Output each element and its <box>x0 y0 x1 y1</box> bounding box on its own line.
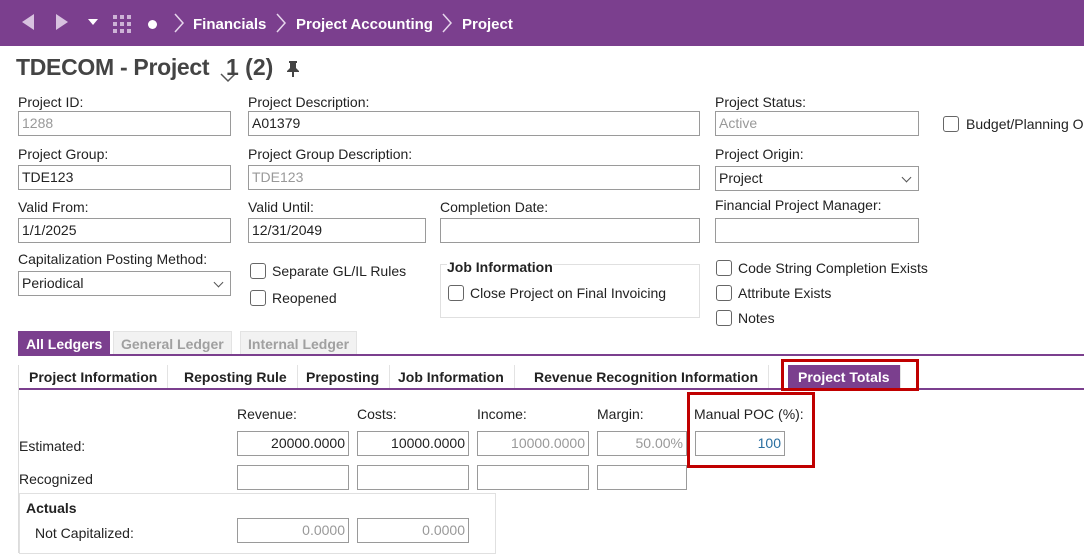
project-status-label: Project Status: <box>715 94 807 110</box>
top-nav-bar: Financials Project Accounting Project <box>0 0 1084 46</box>
notes-checkbox[interactable] <box>716 310 732 326</box>
valid-from-field[interactable]: 1/1/2025 <box>18 218 231 243</box>
apps-grid-icon[interactable] <box>113 15 131 33</box>
job-information-title: Job Information <box>447 259 553 275</box>
tab-internal-ledger[interactable]: Internal Ledger <box>240 331 358 355</box>
close-project-label: Close Project on Final Invoicing <box>470 285 667 301</box>
estimated-revenue-field[interactable]: 20000.0000 <box>237 431 349 456</box>
valid-from-label: Valid From: <box>18 199 89 215</box>
project-id-field[interactable]: 1288 <box>18 111 231 136</box>
back-arrow-icon[interactable] <box>20 13 36 33</box>
tab-job-information[interactable]: Job Information <box>388 365 515 389</box>
tab-reposting-rule[interactable]: Reposting Rule <box>174 365 298 389</box>
reopened-checkbox[interactable] <box>250 290 266 306</box>
completion-date-label: Completion Date: <box>440 199 549 215</box>
tab-general-ledger[interactable]: General Ledger <box>113 331 232 355</box>
actuals-title: Actuals <box>26 500 77 516</box>
project-id-label: Project ID: <box>18 94 84 110</box>
pin-icon[interactable] <box>285 60 301 78</box>
breadcrumb-project-accounting[interactable]: Project Accounting <box>296 16 433 33</box>
col-revenue-label: Revenue: <box>237 406 297 422</box>
record-counter: 1 (2) <box>226 54 274 80</box>
project-description-label: Project Description: <box>248 94 370 110</box>
row-estimated-label: Estimated: <box>19 438 86 454</box>
project-origin-label: Project Origin: <box>715 146 804 162</box>
page-title: TDECOM - Project <box>16 54 241 82</box>
project-description-field[interactable]: A01379 <box>248 111 700 136</box>
highlight-project-totals-tab <box>781 359 919 391</box>
tab-preposting[interactable]: Preposting <box>296 365 391 389</box>
cap-posting-method-value: Periodical <box>22 275 84 291</box>
breadcrumb-separator-icon <box>274 11 288 35</box>
cap-posting-method-label: Capitalization Posting Method: <box>18 251 208 267</box>
forward-arrow-icon[interactable] <box>54 13 70 33</box>
close-project-checkbox[interactable] <box>448 285 464 301</box>
valid-until-label: Valid Until: <box>248 199 314 215</box>
ledger-tab-underline <box>18 354 1084 356</box>
recognized-income-field[interactable] <box>477 465 589 490</box>
reopened-label: Reopened <box>272 290 337 306</box>
breadcrumb-separator-icon <box>172 11 186 35</box>
tab-all-ledgers[interactable]: All Ledgers <box>18 331 111 355</box>
sub-tab-underline <box>18 388 1084 390</box>
breadcrumb-financials[interactable]: Financials <box>193 16 266 33</box>
tab-revenue-recognition-information[interactable]: Revenue Recognition Information <box>524 365 770 389</box>
project-origin-value: Project <box>719 170 763 186</box>
col-margin-label: Margin: <box>597 406 644 422</box>
code-string-checkbox[interactable] <box>716 260 732 276</box>
valid-until-field[interactable]: 12/31/2049 <box>248 218 426 243</box>
project-group-field[interactable]: TDE123 <box>18 165 231 190</box>
breadcrumb-project[interactable]: Project <box>462 16 513 33</box>
home-dot-icon[interactable] <box>148 20 157 29</box>
recognized-revenue-field[interactable] <box>237 465 349 490</box>
attribute-exists-label: Attribute Exists <box>738 285 832 301</box>
attribute-exists-checkbox[interactable] <box>716 285 732 301</box>
project-group-label: Project Group: <box>18 146 109 162</box>
separate-gl-il-checkbox[interactable] <box>250 263 266 279</box>
budget-planning-checkbox[interactable] <box>943 116 959 132</box>
project-status-field[interactable]: Active <box>715 111 919 136</box>
row-not-capitalized-label: Not Capitalized: <box>35 525 134 541</box>
page-title-text: TDECOM - Project <box>16 54 210 80</box>
project-origin-select[interactable]: Project <box>715 166 919 191</box>
project-group-description-label: Project Group Description: <box>248 146 413 162</box>
financial-project-manager-label: Financial Project Manager: <box>715 197 882 213</box>
completion-date-field[interactable] <box>440 218 700 243</box>
separate-gl-il-label: Separate GL/IL Rules <box>272 263 407 279</box>
not-capitalized-costs-field[interactable]: 0.0000 <box>357 518 469 543</box>
recognized-margin-field[interactable] <box>597 465 687 490</box>
estimated-income-field[interactable]: 10000.0000 <box>477 431 589 456</box>
not-capitalized-revenue-field[interactable]: 0.0000 <box>237 518 349 543</box>
breadcrumb-separator-icon <box>440 11 454 35</box>
row-recognized-label: Recognized <box>19 471 93 487</box>
col-costs-label: Costs: <box>357 406 397 422</box>
tab-project-information[interactable]: Project Information <box>19 365 169 389</box>
cap-posting-method-select[interactable]: Periodical <box>18 271 231 296</box>
notes-label: Notes <box>738 310 775 326</box>
history-dropdown-icon[interactable] <box>86 15 100 29</box>
budget-planning-label: Budget/Planning On <box>966 116 1084 132</box>
highlight-manual-poc <box>687 392 815 468</box>
code-string-label: Code String Completion Exists <box>738 260 928 276</box>
estimated-costs-field[interactable]: 10000.0000 <box>357 431 469 456</box>
estimated-margin-field[interactable]: 50.00% <box>597 431 687 456</box>
project-group-description-field[interactable]: TDE123 <box>248 165 700 190</box>
col-income-label: Income: <box>477 406 527 422</box>
recognized-costs-field[interactable] <box>357 465 469 490</box>
financial-project-manager-field[interactable] <box>715 218 919 243</box>
